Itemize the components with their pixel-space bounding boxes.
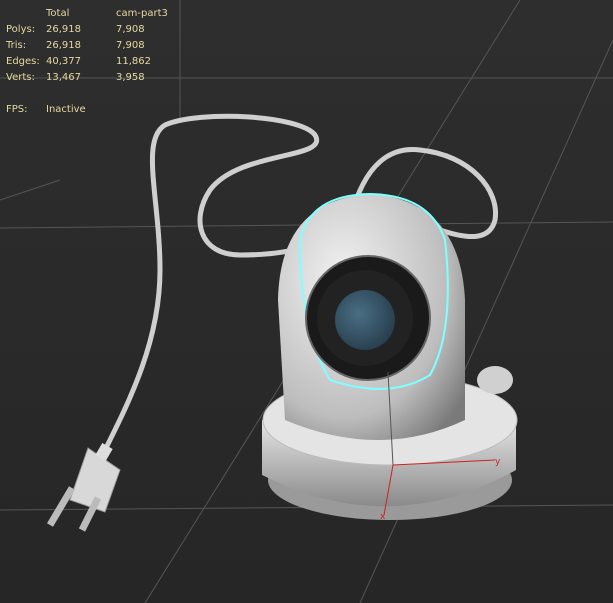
stats-total: 26,918 xyxy=(46,24,81,35)
stats-header-total: Total xyxy=(46,8,70,19)
stats-selected: 3,958 xyxy=(116,72,145,83)
stats-total: 26,918 xyxy=(46,40,81,51)
stats-overlay: Total cam-part3 Polys: 26,918 7,908 Tris: 26… xyxy=(6,6,196,118)
stats-header-selected: cam-part3 xyxy=(116,8,168,19)
3d-viewport[interactable]: y x Total cam-part3 Polys: 26,918 7,908 Tri… xyxy=(0,0,613,603)
plug xyxy=(46,442,121,532)
fps-label: FPS: xyxy=(6,104,28,115)
stats-row-fps: FPS: Inactive xyxy=(6,102,196,118)
fps-value: Inactive xyxy=(46,104,86,115)
stats-selected: 11,862 xyxy=(116,56,151,67)
svg-text:x: x xyxy=(380,512,386,522)
svg-text:y: y xyxy=(495,457,501,467)
stats-label: Tris: xyxy=(6,40,27,51)
stats-label: Verts: xyxy=(6,72,35,83)
camera-model xyxy=(262,192,518,520)
stats-label: Edges: xyxy=(6,56,40,67)
stats-row-edges: Edges: 40,377 11,862 xyxy=(6,54,196,70)
stats-total: 13,467 xyxy=(46,72,81,83)
stats-total: 40,377 xyxy=(46,56,81,67)
stats-selected: 7,908 xyxy=(116,40,145,51)
stats-row-polys: Polys: 26,918 7,908 xyxy=(6,22,196,38)
stats-label: Polys: xyxy=(6,24,36,35)
stats-selected: 7,908 xyxy=(116,24,145,35)
stats-row-verts: Verts: 13,467 3,958 xyxy=(6,70,196,86)
stats-row-tris: Tris: 26,918 7,908 xyxy=(6,38,196,54)
